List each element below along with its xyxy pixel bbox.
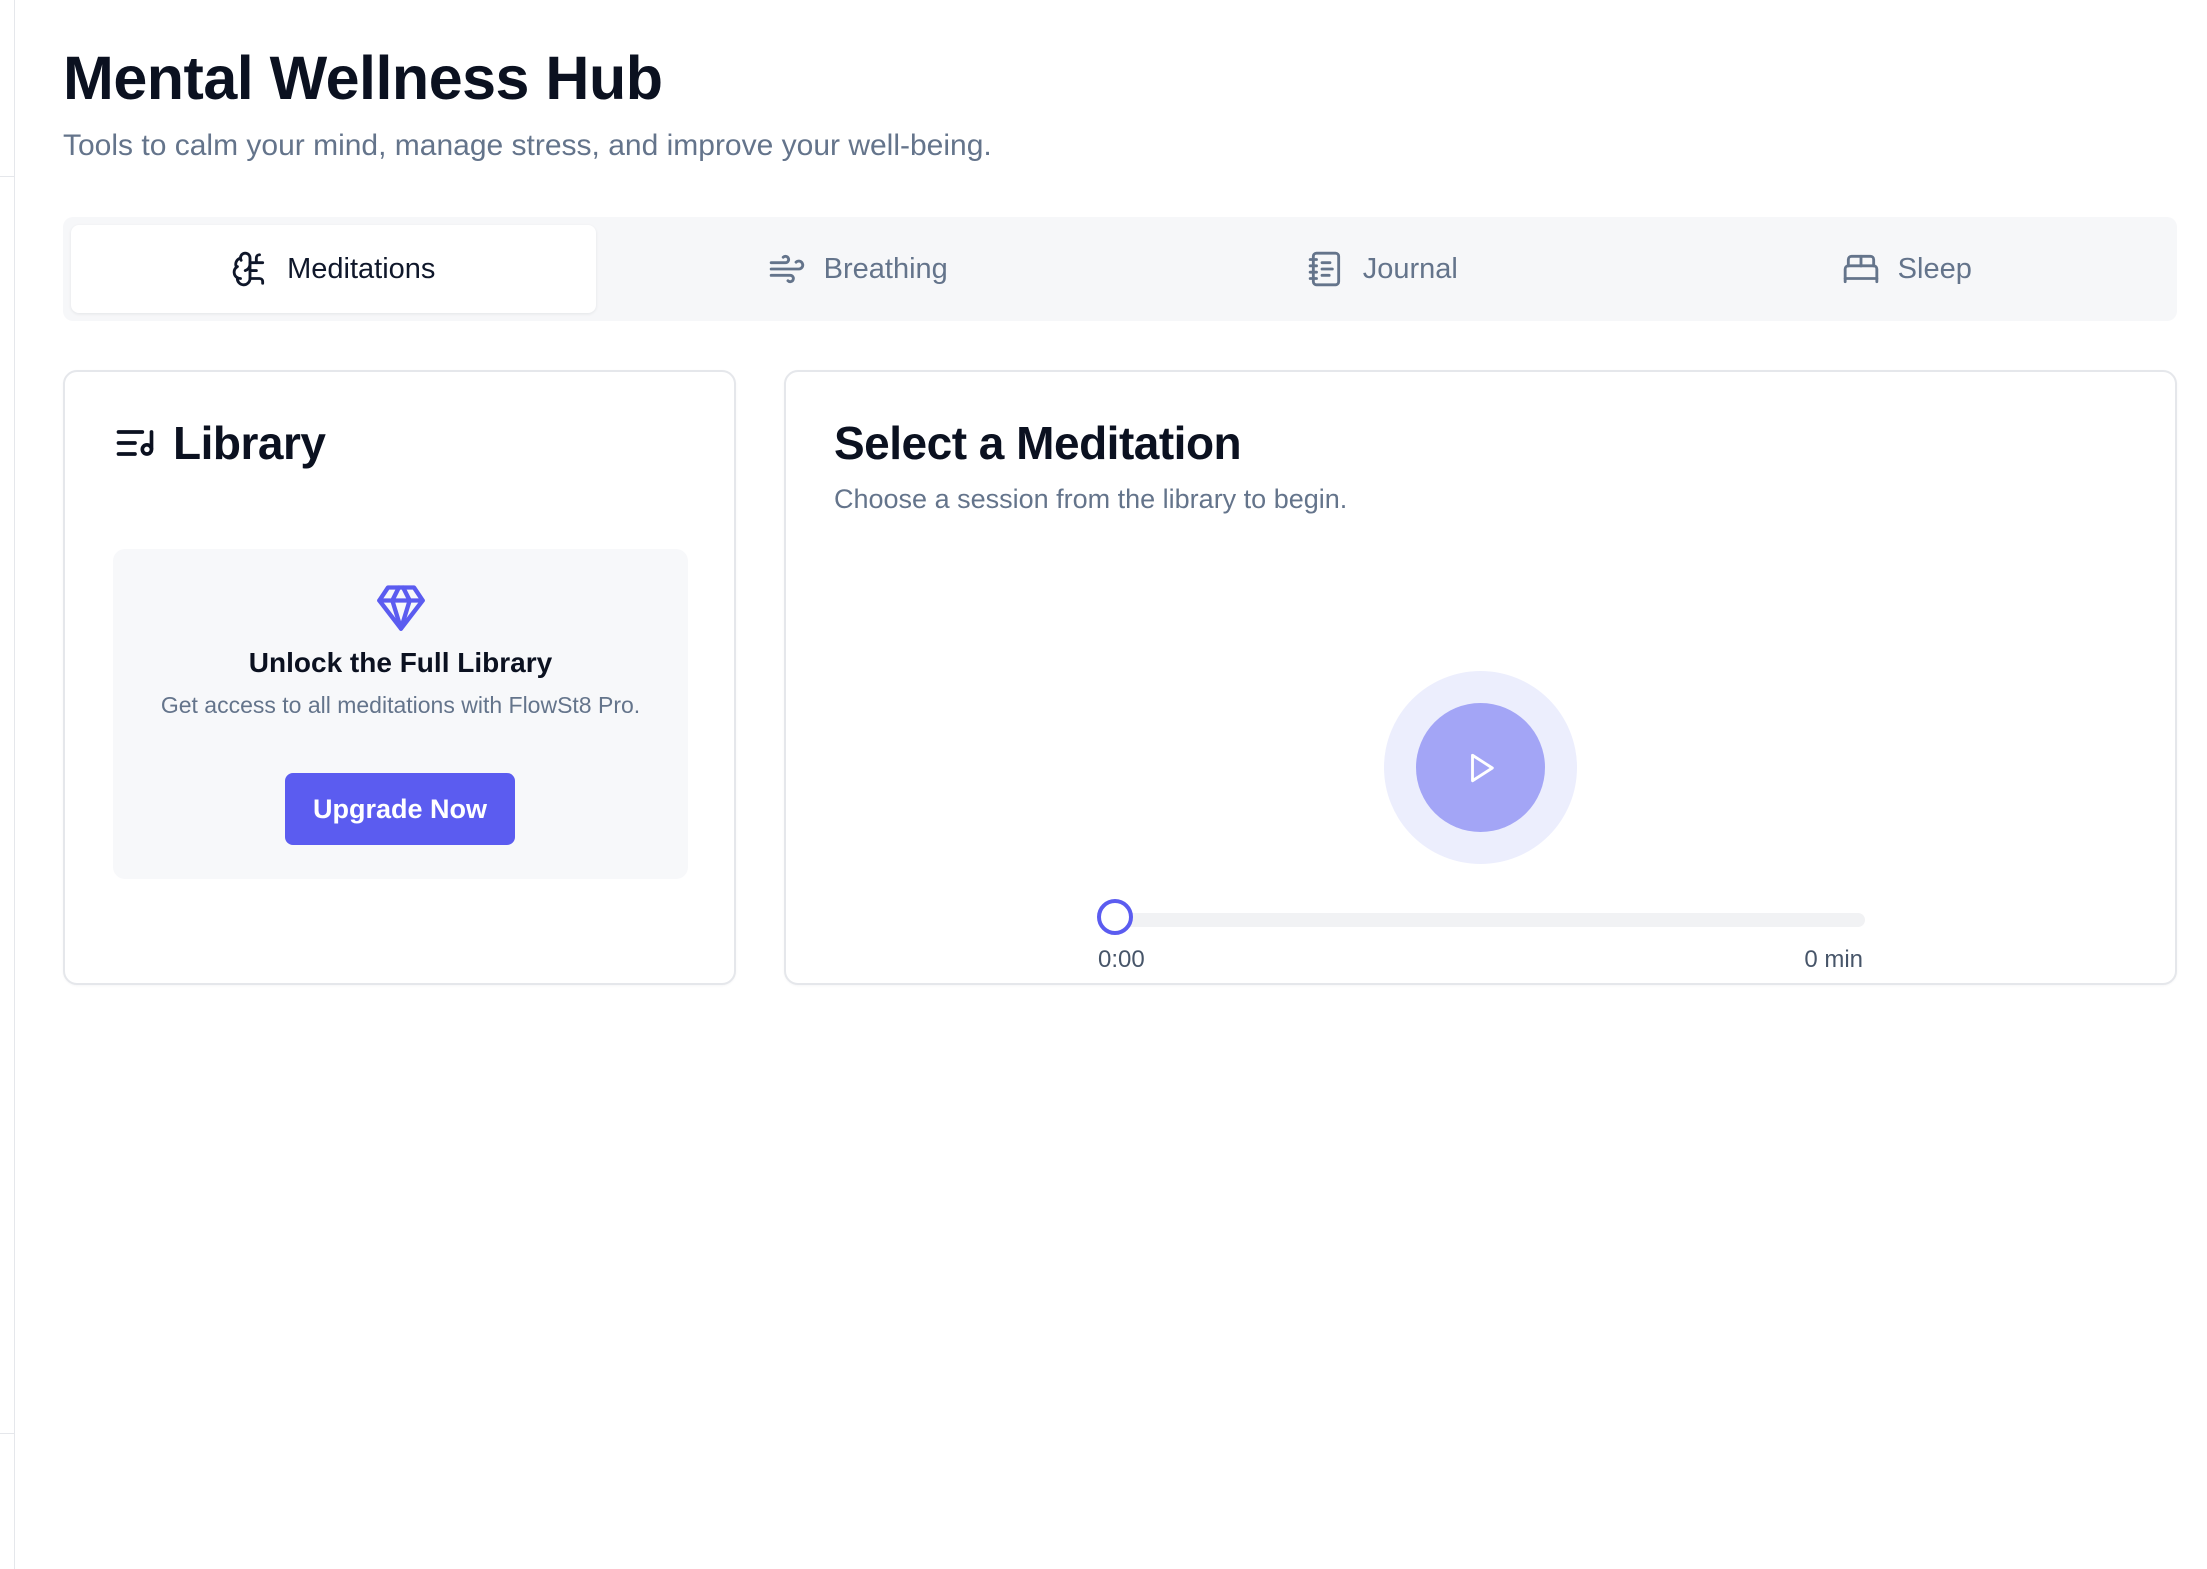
list-music-icon xyxy=(116,430,154,456)
upgrade-panel: Unlock the Full Library Get access to al… xyxy=(113,549,688,879)
bed-icon xyxy=(1843,254,1878,284)
tab-label: Sleep xyxy=(1897,252,1972,285)
notebook-icon xyxy=(1308,251,1340,287)
rail-divider xyxy=(0,176,14,177)
player-subtitle: Choose a session from the library to beg… xyxy=(834,484,1348,514)
player-title: Select a Meditation xyxy=(834,417,1242,469)
upgrade-title: Unlock the Full Library xyxy=(248,647,553,678)
page: Mental Wellness Hub Tools to calm your m… xyxy=(63,40,2177,985)
tab-sleep[interactable]: Sleep xyxy=(1645,225,2170,313)
page-title: Mental Wellness Hub xyxy=(63,44,663,112)
left-rail xyxy=(0,0,15,1569)
player-card: Select a Meditation Choose a session fro… xyxy=(784,370,2177,985)
tab-bar: Meditations Breathing Journal Sleep xyxy=(63,217,2177,321)
page-subtitle: Tools to calm your mind, manage stress, … xyxy=(63,129,992,162)
library-title: Library xyxy=(113,416,326,470)
tab-meditations[interactable]: Meditations xyxy=(71,225,596,313)
duration: 0 min xyxy=(1804,946,1863,973)
progress-track[interactable] xyxy=(1098,913,1865,927)
play-icon xyxy=(1470,753,1494,782)
wind-icon xyxy=(769,254,804,284)
tab-label: Journal xyxy=(1362,252,1458,285)
gem-icon xyxy=(377,585,425,631)
play-button[interactable] xyxy=(1416,703,1545,832)
library-title-text: Library xyxy=(173,417,326,469)
progress-thumb[interactable] xyxy=(1097,899,1133,935)
tab-breathing[interactable]: Breathing xyxy=(596,225,1121,313)
tab-label: Breathing xyxy=(823,252,948,285)
brain-icon xyxy=(232,251,265,287)
play-button-halo xyxy=(1384,671,1577,864)
upgrade-now-button[interactable]: Upgrade Now xyxy=(285,773,515,845)
current-time: 0:00 xyxy=(1098,946,1145,973)
tab-journal[interactable]: Journal xyxy=(1120,225,1645,313)
tab-label: Meditations xyxy=(287,252,436,285)
upgrade-description: Get access to all meditations with FlowS… xyxy=(160,692,641,718)
library-card: Library Unlock the Full Library Get acce… xyxy=(63,370,736,985)
rail-divider xyxy=(0,1433,14,1434)
